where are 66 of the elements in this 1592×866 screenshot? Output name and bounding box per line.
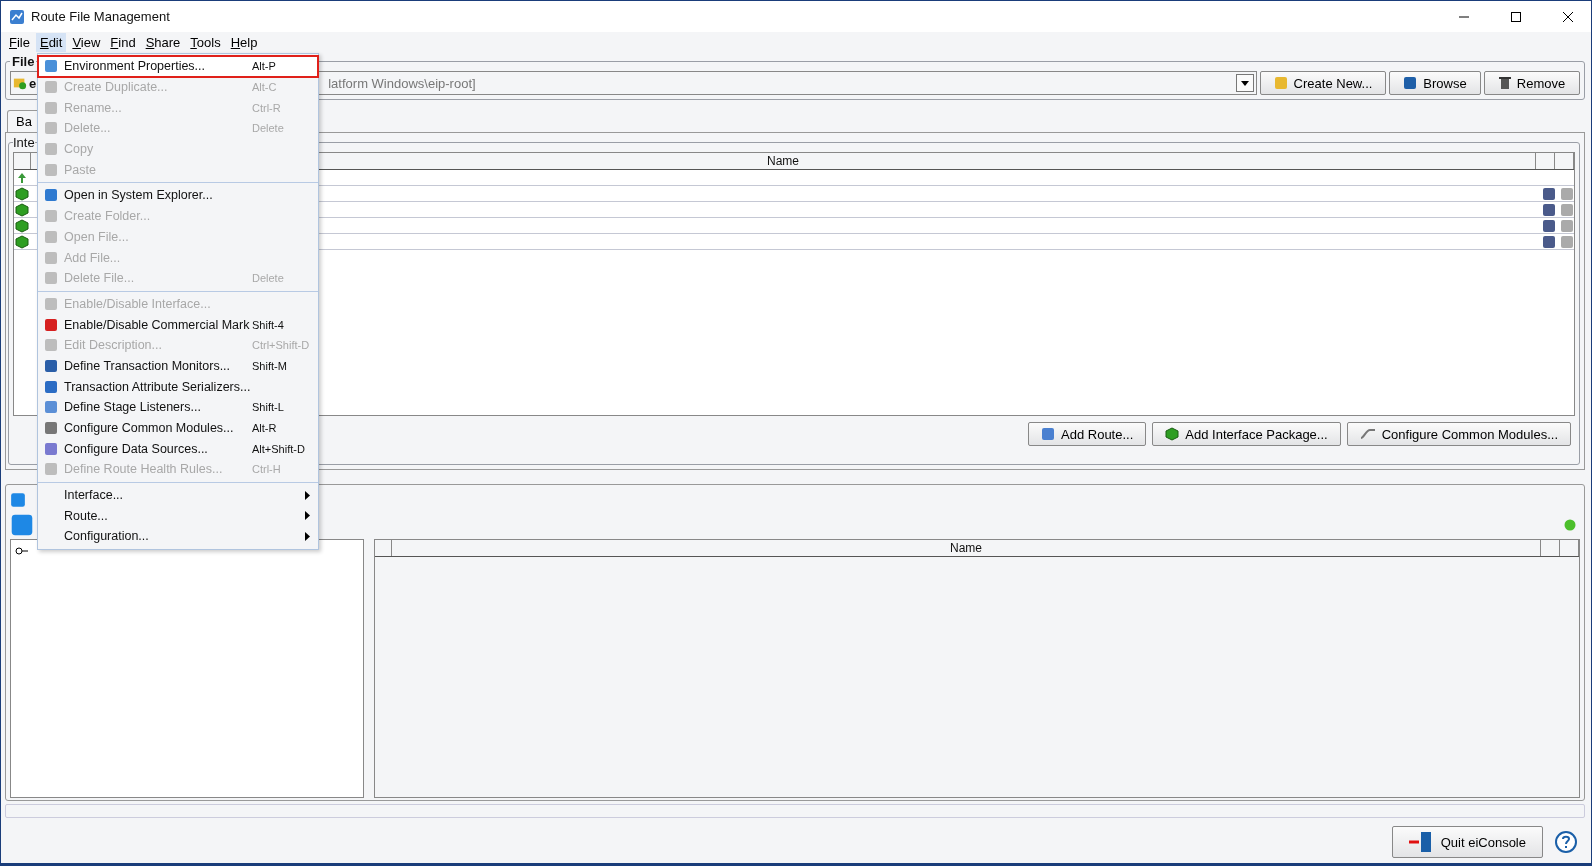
folder-check-icon [13,76,27,90]
close-icon [1563,11,1573,22]
menu-item-icon [44,338,58,353]
key-icon [15,547,29,555]
help-icon[interactable] [1555,831,1577,853]
quit-button[interactable]: Quit eiConsole [1391,826,1543,858]
cube-icon [15,218,29,233]
menu-item-icon [44,142,58,157]
dropdown-button[interactable] [1236,74,1254,92]
menu-item-icon [44,80,58,95]
menu-item-icon [44,421,58,436]
browse-button[interactable]: Browse [1389,71,1481,95]
trash-icon [1498,76,1511,90]
menu-item-icon [44,441,58,456]
menu-item-icon [44,358,58,373]
menu-item[interactable]: Open in System Explorer... [38,185,318,206]
arrow-up-icon [18,172,26,183]
menu-title[interactable]: Edit [35,32,67,52]
create-new-button[interactable]: Create New... [1260,71,1386,95]
menu-item-icon [44,296,58,311]
menu-item[interactable]: Define Stage Listeners... Shift-L [38,397,318,418]
menu-item-icon [44,121,58,136]
menu-item-icon [44,100,58,115]
column-header: Name [392,540,1541,556]
cube-icon [15,234,29,249]
cube-icon [15,186,29,201]
menu-item-icon [44,229,58,244]
remove-button[interactable]: Remove [1484,71,1580,95]
configure-common-modules-button[interactable]: Configure Common Modules... [1346,422,1571,446]
menu-title[interactable]: Tools [186,32,225,52]
menu-title[interactable]: File [5,32,34,52]
menu-item[interactable]: Environment Properties... Alt-P [38,56,318,77]
app-logo-icon [9,8,25,25]
menu-title[interactable]: Find [106,32,140,52]
menu-title[interactable]: Help [226,32,262,52]
menu-title[interactable]: View [68,32,105,52]
group-title: Inte [13,135,35,150]
submenu-item[interactable]: Interface... [38,484,318,506]
menu-item-icon [44,209,58,224]
menu-item[interactable]: Configure Data Sources... Alt+Shift-D [38,438,318,460]
menu-title[interactable]: Share [141,32,185,52]
menu-item-icon [44,250,58,265]
add-route-button[interactable]: Add Route... [1028,422,1147,446]
maximize-icon [1511,11,1521,22]
caret-icon [1241,80,1249,86]
menu-item[interactable]: Define Transaction Monitors... Shift-M [38,355,318,377]
menu-item-icon [44,317,58,332]
add-interface-package-button[interactable]: Add Interface Package... [1152,422,1341,446]
menu-item[interactable]: Transaction Attribute Serializers... [38,376,318,397]
menu-item-icon [44,271,58,286]
menu-item-icon [44,188,58,203]
menu-item-icon [44,379,58,394]
status-light-icon [1564,519,1576,531]
group-title: File [11,54,36,69]
submenu-arrow-icon [305,490,310,500]
cube-icon [15,202,29,217]
window-title: Route File Management [31,9,171,24]
menu-item-icon [44,162,58,177]
menu-item[interactable]: Enable/Disable Commercial Mark Shift-4 [38,314,318,335]
cube-icon [1165,427,1180,441]
submenu-item[interactable]: Configuration... [38,526,318,547]
menu-item[interactable]: Configure Common Modules... Alt-R [38,417,318,439]
menu-item-icon [44,400,58,415]
submenu-item[interactable]: Route... [38,505,318,527]
menu-item-icon [44,462,58,477]
menu-item-icon [44,59,58,74]
